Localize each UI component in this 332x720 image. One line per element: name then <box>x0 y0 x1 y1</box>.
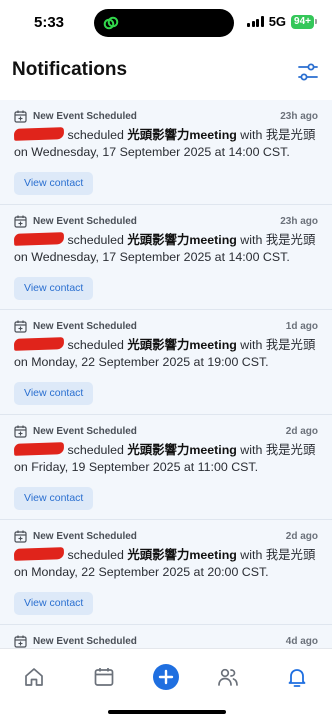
view-contact-button[interactable]: View contact <box>14 487 94 510</box>
view-contact-button[interactable]: View contact <box>14 382 94 405</box>
redaction-mark <box>13 127 65 141</box>
status-time: 5:33 <box>34 14 65 31</box>
meeting-name: 光頭影響力meeting <box>127 233 237 247</box>
page-title: Notifications <box>12 59 128 80</box>
battery-icon: 94+ <box>291 14 317 29</box>
calendar-add-icon <box>14 530 27 543</box>
meeting-name: 光頭影響力meeting <box>127 443 237 457</box>
link-icon <box>103 16 119 30</box>
meeting-name: 光頭影響力meeting <box>127 338 237 352</box>
page-header: Notifications <box>0 46 332 100</box>
notification-card[interactable]: New Event Scheduled 2d ago scheduled 光頭影… <box>0 520 332 625</box>
meeting-name: 光頭影響力meeting <box>127 548 237 562</box>
redaction-mark <box>13 337 65 351</box>
contacts-icon[interactable] <box>216 665 240 689</box>
notification-message: scheduled 光頭影響力meeting with 我是光頭 on Frid… <box>13 442 316 474</box>
notification-list[interactable]: New Event Scheduled 23h ago scheduled 光頭… <box>0 100 332 648</box>
meeting-name: 光頭影響力meeting <box>127 128 237 142</box>
event-title: New Event Scheduled <box>33 110 137 122</box>
home-icon[interactable] <box>22 665 46 689</box>
status-bar: 5:33 5G 94+ <box>0 0 332 46</box>
notification-age: 2d ago <box>285 530 318 542</box>
event-title: New Event Scheduled <box>33 320 137 332</box>
notification-age: 1d ago <box>285 320 318 332</box>
notification-card[interactable]: New Event Scheduled 23h ago scheduled 光頭… <box>0 100 332 205</box>
view-contact-button[interactable]: View contact <box>14 172 94 195</box>
home-indicator <box>108 710 226 714</box>
notification-card[interactable]: New Event Scheduled 23h ago scheduled 光頭… <box>0 205 332 310</box>
network-type: 5G <box>268 14 287 29</box>
calendar-icon[interactable] <box>92 665 116 689</box>
event-title: New Event Scheduled <box>33 635 137 647</box>
redaction-mark <box>13 442 65 456</box>
notification-card[interactable]: New Event Scheduled 2d ago scheduled 光頭影… <box>0 415 332 520</box>
dynamic-island <box>94 9 234 37</box>
notification-age: 23h ago <box>280 110 318 122</box>
notification-message: scheduled 光頭影響力meeting with 我是光頭 on Wedn… <box>13 232 316 264</box>
notification-message: scheduled 光頭影響力meeting with 我是光頭 on Mond… <box>13 337 316 369</box>
redaction-mark <box>13 547 65 561</box>
redaction-mark <box>13 232 65 246</box>
calendar-add-icon <box>14 635 27 648</box>
calendar-add-icon <box>14 320 27 333</box>
status-indicators: 5G 94+ <box>247 14 317 29</box>
signal-icon <box>247 16 264 27</box>
notification-card[interactable]: New Event Scheduled 1d ago scheduled 光頭影… <box>0 310 332 415</box>
event-title: New Event Scheduled <box>33 215 137 227</box>
notification-card[interactable]: New Event Scheduled 4d ago <box>0 625 332 648</box>
notification-age: 4d ago <box>285 635 318 647</box>
view-contact-button[interactable]: View contact <box>14 592 94 615</box>
add-icon[interactable] <box>153 664 179 690</box>
notification-age: 2d ago <box>285 425 318 437</box>
sliders-icon[interactable] <box>296 60 320 84</box>
notification-age: 23h ago <box>280 215 318 227</box>
calendar-add-icon <box>14 110 27 123</box>
event-title: New Event Scheduled <box>33 425 137 437</box>
notification-message: scheduled 光頭影響力meeting with 我是光頭 on Mond… <box>13 547 316 579</box>
calendar-add-icon <box>14 425 27 438</box>
view-contact-button[interactable]: View contact <box>14 277 94 300</box>
bell-icon[interactable] <box>285 665 309 689</box>
notification-message: scheduled 光頭影響力meeting with 我是光頭 on Wedn… <box>13 127 316 159</box>
event-title: New Event Scheduled <box>33 530 137 542</box>
calendar-add-icon <box>14 215 27 228</box>
